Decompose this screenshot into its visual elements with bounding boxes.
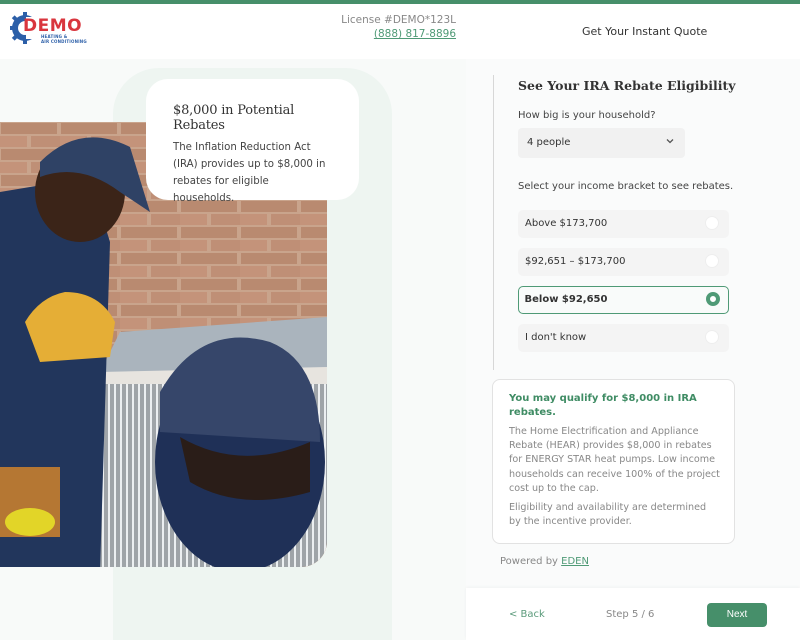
powered-by-prefix: Powered by: [500, 556, 562, 567]
option-label: Above $173,700: [525, 218, 608, 229]
form-title: See Your IRA Rebate Eligibility: [518, 78, 736, 93]
license-block: License #DEMO*123L (888) 817-8896: [341, 13, 456, 41]
next-button[interactable]: Next: [707, 603, 767, 627]
callout-body: The Inflation Reduction Act (IRA) provid…: [173, 142, 326, 204]
company-logo[interactable]: DEMO HEATING & AIR CONDITIONING: [10, 12, 90, 52]
income-option-dont-know[interactable]: I don't know: [518, 324, 729, 352]
radio-button[interactable]: [705, 254, 719, 268]
powered-by: Powered by EDEN: [500, 556, 589, 567]
eligibility-body: The Home Electrification and Appliance R…: [509, 426, 720, 494]
rebate-callout-card: $8,000 in Potential Rebates The Inflatio…: [146, 79, 359, 204]
eligibility-headline: You may qualify for $8,000 in IRA rebate…: [509, 393, 697, 418]
radio-button-selected[interactable]: [705, 291, 720, 306]
radio-button[interactable]: [705, 330, 719, 344]
callout-title: $8,000 in Potential Rebates: [173, 103, 295, 133]
instant-quote-heading: Get Your Instant Quote: [582, 25, 708, 38]
chevron-down-icon: [666, 139, 674, 144]
logo-subtitle: HEATING & AIR CONDITIONING: [41, 34, 87, 44]
household-size-value: 4 people: [527, 137, 571, 148]
logo-brand: DEMO: [23, 16, 83, 36]
income-option-below-92650[interactable]: Below $92,650: [518, 286, 729, 314]
radio-button[interactable]: [705, 216, 719, 230]
option-label: $92,651 – $173,700: [525, 256, 626, 267]
back-button[interactable]: < Back: [509, 609, 545, 620]
phone-link[interactable]: (888) 817-8896: [341, 27, 456, 41]
eligibility-info-card: You may qualify for $8,000 in IRA rebate…: [492, 379, 735, 544]
income-option-above-173700[interactable]: Above $173,700: [518, 210, 729, 238]
income-option-92651-173700[interactable]: $92,651 – $173,700: [518, 248, 729, 276]
income-bracket-label: Select your income bracket to see rebate…: [518, 181, 734, 192]
household-size-label: How big is your household?: [518, 110, 656, 121]
license-number: License #DEMO*123L: [341, 14, 456, 26]
eligibility-note: Eligibility and availability are determi…: [509, 502, 707, 528]
step-indicator: Step 5 / 6: [606, 609, 655, 620]
eden-link[interactable]: EDEN: [561, 556, 589, 567]
logo-subtitle-line2: AIR CONDITIONING: [41, 38, 87, 44]
option-label: I don't know: [525, 332, 587, 343]
option-label: Below $92,650: [524, 293, 608, 305]
household-size-select[interactable]: 4 people: [518, 128, 685, 158]
